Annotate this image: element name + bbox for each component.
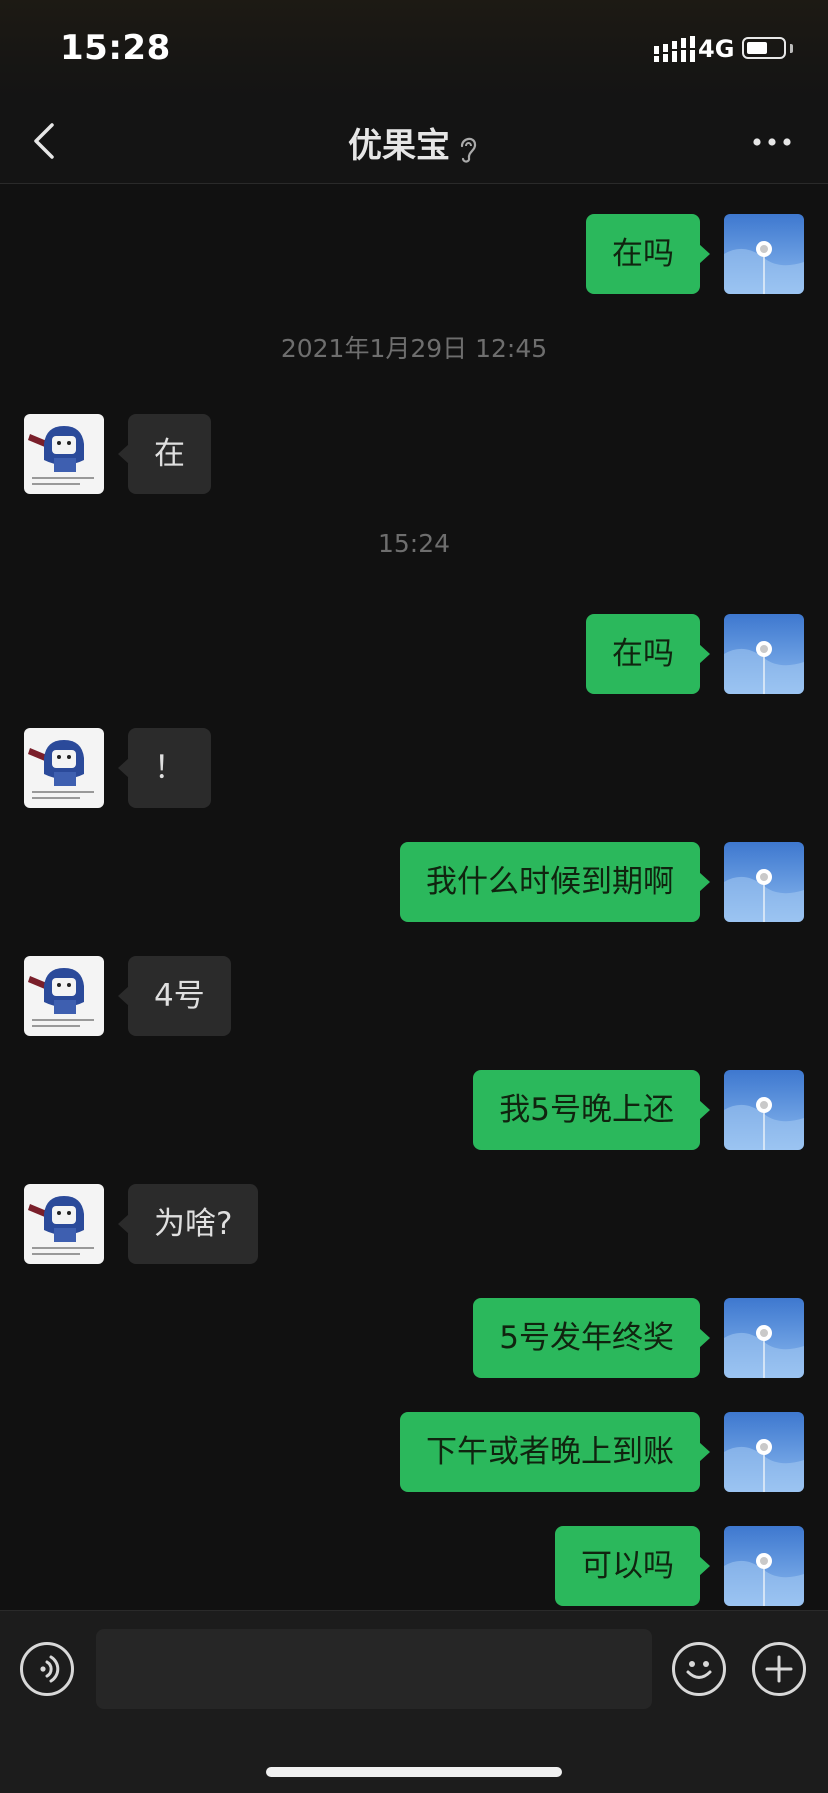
plus-button[interactable]	[752, 1642, 806, 1696]
ear-icon	[460, 137, 477, 163]
message-bubble[interactable]: 4号	[118, 956, 231, 1036]
message-bubble[interactable]: 在吗	[586, 214, 710, 294]
home-indicator	[266, 1767, 562, 1777]
message-bubble[interactable]: 下午或者晚上到账	[400, 1412, 710, 1492]
received-message: 在	[0, 414, 828, 494]
timestamp: 2021年1月29日 12:45	[280, 334, 548, 363]
sent-message: 在吗	[0, 614, 828, 694]
my-avatar[interactable]	[724, 842, 804, 922]
my-avatar[interactable]	[724, 214, 804, 294]
message-input[interactable]	[96, 1629, 652, 1709]
more-button[interactable]	[748, 122, 796, 162]
chat-area[interactable]: 在吗 2021年1月29日 12:45 在 15:24 在吗 ！ 我什么时候到期啊 4号我5号…	[0, 184, 828, 1610]
my-avatar[interactable]	[724, 614, 804, 694]
sent-message: 我5号晚上还	[0, 1070, 828, 1150]
contact-avatar[interactable]	[24, 1184, 104, 1264]
sent-message: 5号发年终奖	[0, 1298, 828, 1378]
received-message: 4号	[0, 956, 828, 1036]
contact-avatar[interactable]	[24, 414, 104, 494]
voice-button[interactable]	[20, 1642, 74, 1696]
emoji-icon	[686, 1661, 712, 1679]
contact-avatar[interactable]	[24, 956, 104, 1036]
chat-title: 优果宝	[0, 118, 828, 167]
message-bubble[interactable]: ！	[118, 728, 211, 808]
contact-avatar[interactable]	[24, 728, 104, 808]
ellipsis-icon	[753, 138, 791, 146]
sent-message: 下午或者晚上到账	[0, 1412, 828, 1492]
my-avatar[interactable]	[724, 1070, 804, 1150]
nav-bar: 优果宝	[0, 100, 828, 184]
message-bubble[interactable]: 在	[118, 414, 211, 494]
message-bubble[interactable]: 我5号晚上还	[473, 1070, 710, 1150]
message-bubble[interactable]: 可以吗	[555, 1526, 710, 1606]
battery-icon	[742, 37, 786, 59]
received-message: ！	[0, 728, 828, 808]
voice-icon	[40, 1655, 60, 1683]
my-avatar[interactable]	[724, 1298, 804, 1378]
status-bar: 15:28 4G	[0, 0, 828, 100]
battery-cap	[790, 44, 793, 53]
message-bubble[interactable]: 为啥?	[117, 1184, 259, 1264]
message-bubble[interactable]: 我什么时候到期啊	[400, 842, 710, 922]
status-time: 15:28	[60, 28, 171, 68]
my-avatar[interactable]	[724, 1412, 804, 1492]
sent-message: 可以吗	[0, 1526, 828, 1606]
input-bar	[0, 1610, 828, 1793]
signal-icon	[654, 36, 695, 62]
sent-message: 我什么时候到期啊	[0, 842, 828, 922]
message-bubble[interactable]: 在吗	[586, 614, 710, 694]
emoji-button[interactable]	[672, 1642, 726, 1696]
timestamp: 15:24	[377, 529, 451, 558]
plus-icon	[765, 1655, 793, 1683]
my-avatar[interactable]	[724, 1526, 804, 1606]
contact-name: 优果宝	[348, 126, 450, 166]
received-message: 为啥?	[0, 1184, 828, 1264]
sent-message: 在吗	[0, 214, 828, 294]
message-bubble[interactable]: 5号发年终奖	[473, 1298, 710, 1378]
network-type: 4G	[698, 35, 735, 63]
